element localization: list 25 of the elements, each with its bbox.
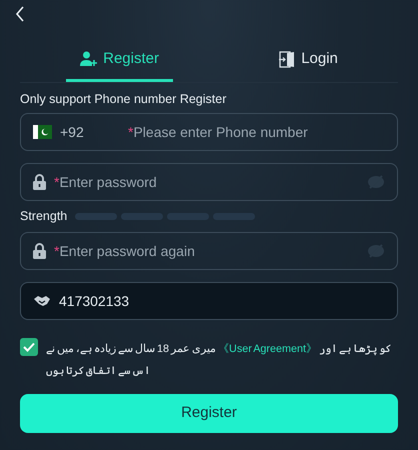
tab[interactable]: Login [265, 42, 352, 82]
referral-code-input[interactable]: 417302133 [59, 283, 385, 319]
agreement-checkbox[interactable] [20, 338, 38, 356]
notice-text: Only support Phone number Register [20, 90, 228, 108]
register-button[interactable]: Register [20, 394, 398, 433]
lock-icon [33, 174, 46, 190]
tab[interactable]: Register [66, 42, 173, 82]
required-mark: * [54, 242, 60, 260]
phone-field[interactable]: +92 *Please enter Phone number [20, 113, 398, 152]
door-icon [279, 50, 296, 68]
confirm-password-field[interactable]: *Enter password again [20, 232, 398, 270]
referral-code-field[interactable]: 417302133 [20, 282, 398, 320]
password-field[interactable]: *Enter password [20, 163, 398, 202]
confirm-password-input[interactable]: Enter password again [59, 233, 359, 269]
country-code[interactable]: +92 [60, 122, 120, 143]
password-input[interactable]: Enter password [59, 164, 359, 200]
required-mark: * [128, 122, 134, 142]
back-icon[interactable] [15, 6, 25, 22]
strength-label: Strength [20, 208, 68, 226]
add-user-icon [80, 51, 98, 68]
flag-icon [33, 125, 52, 140]
phone-input[interactable]: Please enter Phone number [133, 114, 385, 150]
lock-icon [33, 243, 46, 259]
required-mark: * [54, 172, 60, 192]
user-agreement-link[interactable]: 《User Agreement》 [218, 343, 318, 355]
